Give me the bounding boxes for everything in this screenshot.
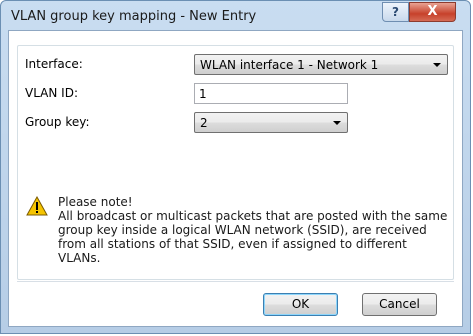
group-key-label: Group key: [25, 115, 90, 129]
interface-label: Interface: [25, 57, 83, 71]
chevron-down-icon [433, 63, 441, 67]
note-text: All broadcast or multicast packets that … [58, 209, 448, 265]
note-title: Please note! [58, 195, 133, 209]
title-bar[interactable]: VLAN group key mapping - New Entry ? X [1, 1, 470, 31]
vlan-id-label: VLAN ID: [25, 86, 78, 100]
settings-group: Interface: WLAN interface 1 - Network 1 … [17, 45, 454, 280]
help-button[interactable]: ? [382, 2, 409, 22]
warning-icon [26, 196, 48, 216]
interface-value: WLAN interface 1 - Network 1 [200, 58, 379, 72]
close-button[interactable]: X [409, 2, 456, 22]
chevron-down-icon [333, 121, 341, 125]
divider [17, 281, 454, 282]
window-title: VLAN group key mapping - New Entry [11, 9, 257, 24]
group-key-value: 2 [200, 116, 208, 130]
group-key-dropdown[interactable]: 2 [194, 112, 348, 133]
ok-button[interactable]: OK [263, 293, 338, 316]
cancel-button[interactable]: Cancel [362, 293, 437, 316]
dialog-window: VLAN group key mapping - New Entry ? X I… [0, 0, 471, 334]
vlan-id-input[interactable]: 1 [194, 83, 348, 104]
interface-dropdown[interactable]: WLAN interface 1 - Network 1 [194, 54, 448, 75]
dialog-body: Interface: WLAN interface 1 - Network 1 … [8, 30, 463, 327]
vlan-id-value: 1 [199, 87, 207, 101]
note-block: Please note! All broadcast or multicast … [58, 195, 448, 265]
